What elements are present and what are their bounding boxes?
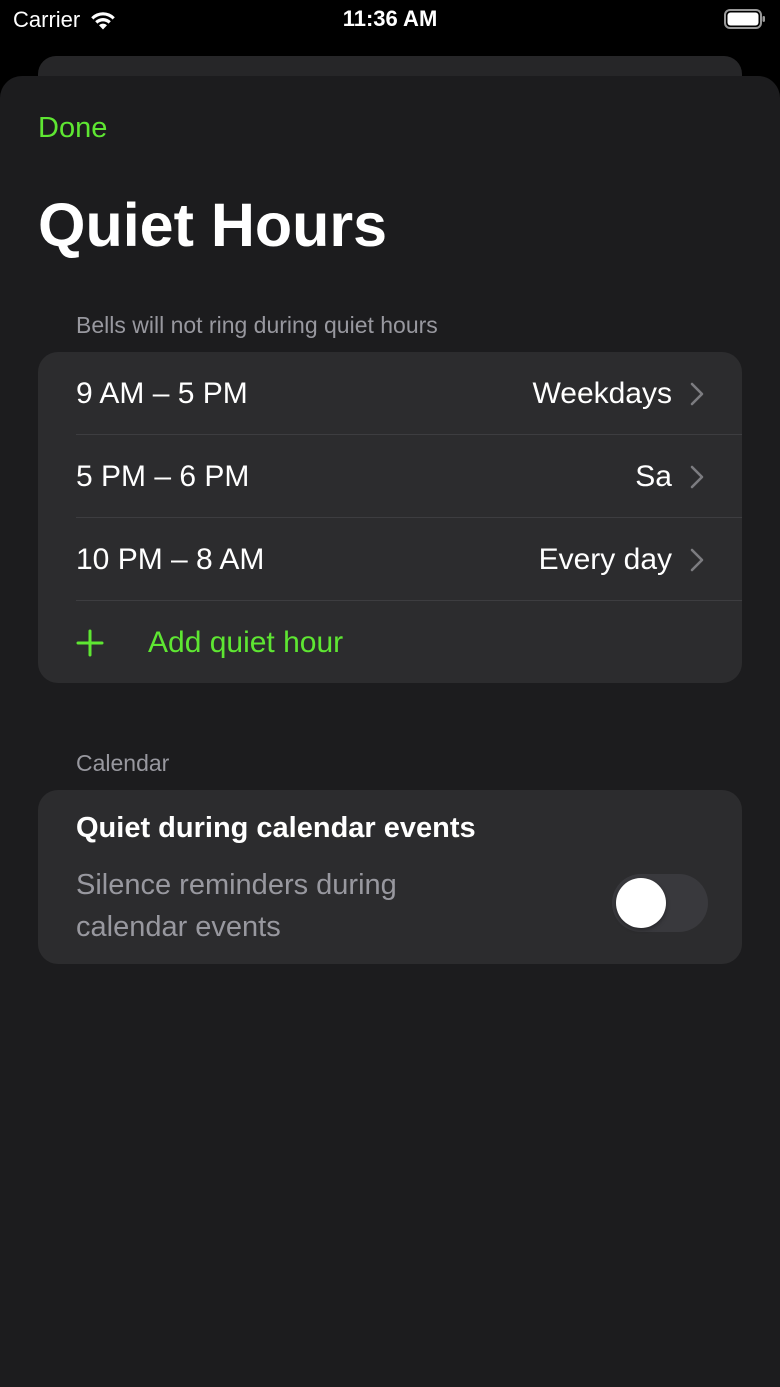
- battery-icon: [724, 9, 765, 29]
- quiet-hour-time: 5 PM – 6 PM: [76, 459, 250, 493]
- calendar-setting-title: Quiet during calendar events: [76, 812, 476, 844]
- status-time: 11:36 AM: [342, 6, 438, 31]
- quiet-hour-row[interactable]: 5 PM – 6 PM Sa: [38, 435, 742, 518]
- calendar-setting-subtitle: Silence reminders during calendar events: [76, 869, 397, 943]
- calendar-group: Quiet during calendar events Silence rem…: [38, 790, 742, 964]
- quiet-hour-days: Weekdays: [532, 376, 672, 410]
- calendar-section-header: Calendar: [76, 750, 170, 776]
- quiet-hour-time: 9 AM – 5 PM: [76, 376, 248, 410]
- quiet-hours-section-header: Bells will not ring during quiet hours: [76, 312, 438, 338]
- quiet-hours-sheet: [0, 76, 780, 1387]
- add-quiet-hour-button[interactable]: Add quiet hour: [38, 601, 742, 683]
- toggle-knob: [616, 878, 666, 928]
- quiet-hour-days: Sa: [635, 459, 672, 493]
- quiet-hour-time: 10 PM – 8 AM: [76, 542, 265, 576]
- calendar-quiet-toggle[interactable]: [612, 874, 708, 932]
- quiet-hours-list: 9 AM – 5 PM Weekdays 5 PM – 6 PM Sa 10 P…: [38, 352, 742, 683]
- page-title: Quiet Hours: [38, 191, 388, 259]
- status-bar: Carrier 11:36 AM: [0, 0, 780, 40]
- done-button[interactable]: Done: [38, 112, 107, 145]
- add-quiet-hour-label: Add quiet hour: [148, 625, 344, 659]
- plus-icon: [76, 629, 104, 656]
- quiet-hour-row[interactable]: 9 AM – 5 PM Weekdays: [38, 352, 742, 435]
- quiet-hour-row[interactable]: 10 PM – 8 AM Every day: [38, 518, 742, 601]
- quiet-hour-days: Every day: [538, 542, 672, 576]
- chevron-right-icon: [690, 382, 704, 405]
- chevron-right-icon: [690, 548, 704, 571]
- chevron-right-icon: [690, 465, 704, 488]
- screen: Carrier 11:36 AM Done Quiet Hours Bells …: [0, 0, 780, 1387]
